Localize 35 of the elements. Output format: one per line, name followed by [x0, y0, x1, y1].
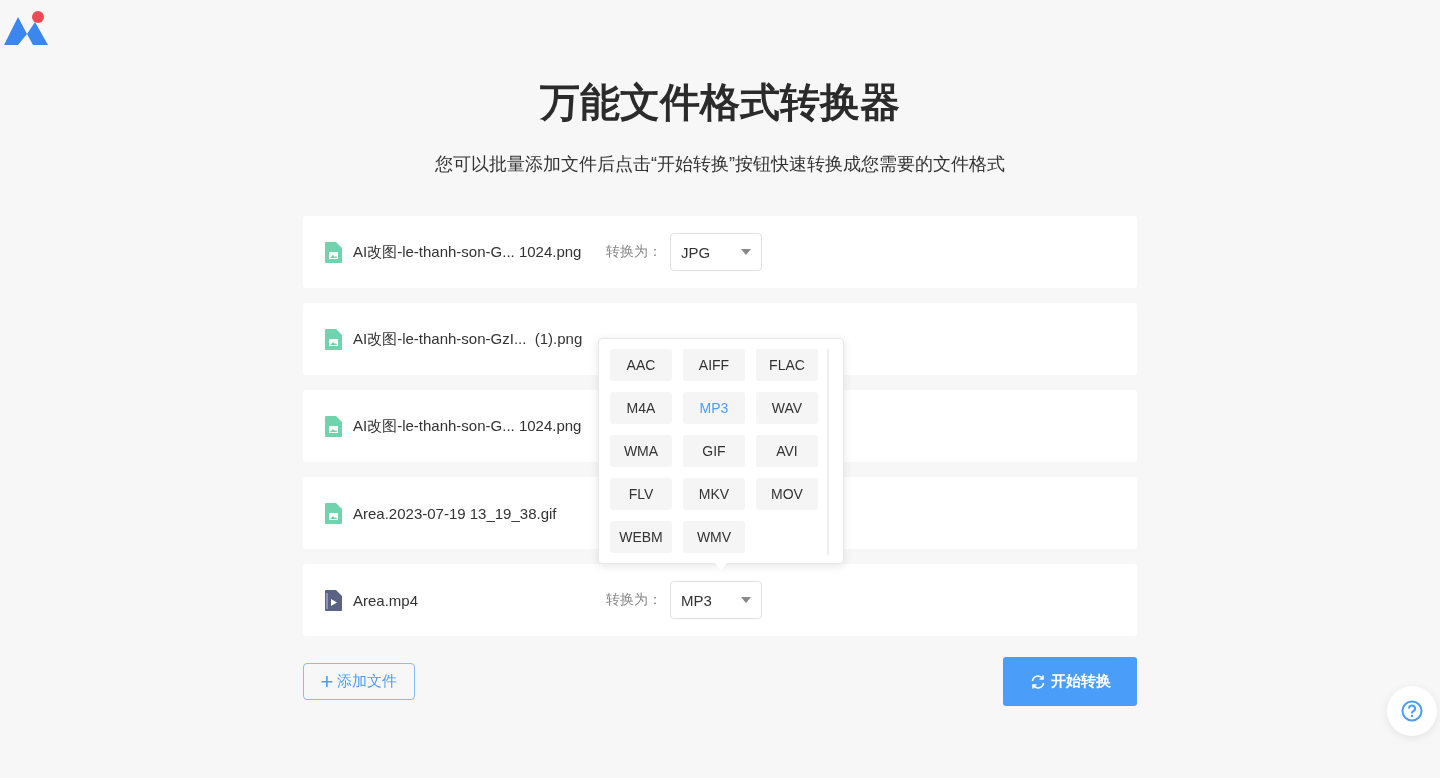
format-option[interactable]: AVI: [756, 435, 818, 467]
format-option[interactable]: MOV: [756, 478, 818, 510]
format-option[interactable]: AAC: [610, 349, 672, 381]
format-select[interactable]: JPG: [670, 233, 762, 271]
format-option[interactable]: AIFF: [683, 349, 745, 381]
file-name: AI改图-le-thanh-son-G... 1024.png: [353, 416, 583, 436]
format-option[interactable]: MKV: [683, 478, 745, 510]
format-option[interactable]: FLV: [610, 478, 672, 510]
file-name: AI改图-le-thanh-son-G... 1024.png: [353, 242, 583, 262]
image-file-icon: [325, 328, 342, 350]
file-name: AI改图-le-thanh-son-GzI... (1).png: [353, 329, 584, 349]
refresh-icon: [1029, 673, 1046, 690]
file-name: Area.2023-07-19 13_19_38.gif: [353, 504, 558, 522]
caret-icon: [741, 249, 751, 255]
page-subtitle: 您可以批量添加文件后点击“开始转换”按钮快速转换成您需要的文件格式: [434, 153, 1006, 176]
format-option[interactable]: WMV: [683, 521, 745, 553]
logo-icon: [4, 10, 50, 46]
help-button[interactable]: [1387, 686, 1437, 736]
image-file-icon: [325, 502, 342, 524]
image-file-icon: [325, 415, 342, 437]
format-option[interactable]: WMA: [610, 435, 672, 467]
help-icon: [1401, 700, 1423, 722]
format-option[interactable]: M4A: [610, 392, 672, 424]
page-title: 万能文件格式转换器: [539, 79, 901, 126]
caret-icon: [741, 597, 751, 603]
image-file-icon: [325, 241, 342, 263]
video-file-icon: [325, 589, 342, 611]
convert-label: 转换为：: [606, 243, 662, 261]
convert-label: 转换为：: [606, 591, 662, 609]
format-option[interactable]: WAV: [756, 392, 818, 424]
format-select[interactable]: MP3: [670, 581, 762, 619]
format-option[interactable]: FLAC: [756, 349, 818, 381]
file-name: Area.mp4: [353, 591, 420, 609]
format-option[interactable]: GIF: [683, 435, 745, 467]
format-option[interactable]: WEBM: [610, 521, 672, 553]
